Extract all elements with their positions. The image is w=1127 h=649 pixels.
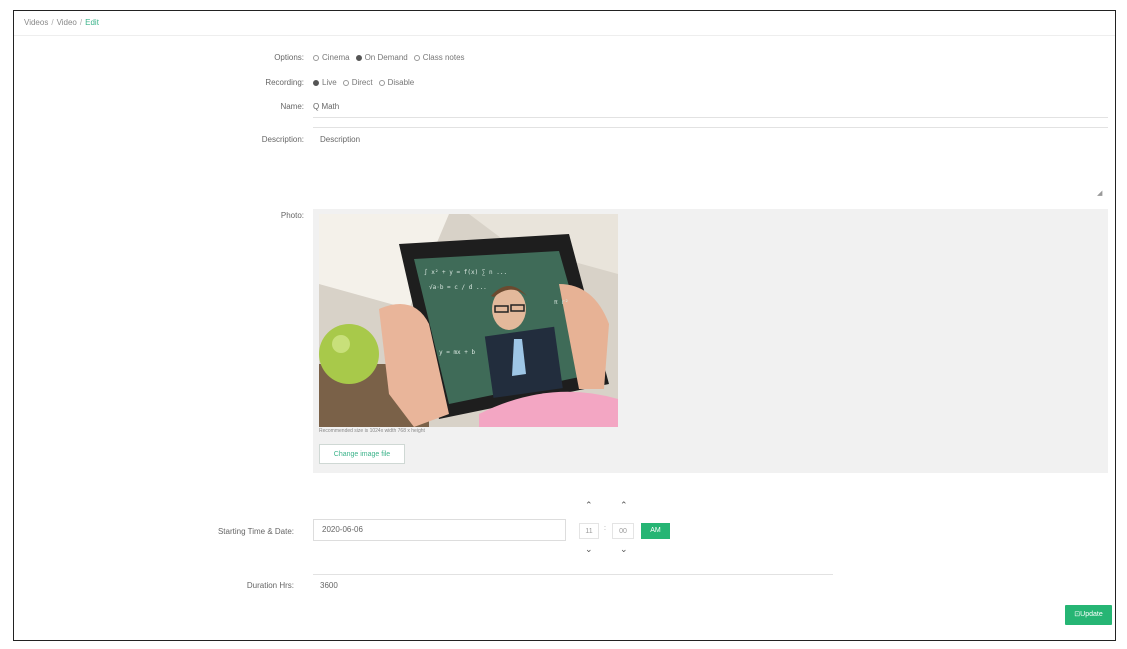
divider [14, 35, 1115, 36]
change-image-button[interactable]: Change image file [319, 444, 405, 464]
options-radio-group: Cinema On Demand Class notes [313, 53, 471, 62]
name-input-underline [313, 117, 1108, 118]
description-label: Description: [261, 135, 304, 144]
name-label: Name: [280, 102, 304, 111]
update-button[interactable]: ⊡Update [1065, 605, 1112, 625]
svg-text:∫ x² + y = f(x) ∑ n ...: ∫ x² + y = f(x) ∑ n ... [424, 268, 507, 276]
svg-text:y = mx + b: y = mx + b [439, 349, 476, 356]
duration-label: Duration Hrs: [246, 581, 294, 590]
breadcrumb-edit: Edit [85, 18, 99, 27]
page-frame: Videos / Video / Edit Options: Cinema On Dem… [13, 10, 1116, 641]
options-radio-cinema[interactable]: Cinema [313, 53, 350, 62]
photo-preview: ∫ x² + y = f(x) ∑ n ... √a·b = c / d ...… [319, 214, 618, 427]
description-textarea[interactable]: Description [320, 135, 360, 144]
radio-circle [413, 54, 420, 61]
options-radio-on-demand[interactable]: On Demand [355, 53, 408, 62]
options-radio-class-notes[interactable]: Class notes [413, 53, 465, 62]
recording-radio-live[interactable]: Live [313, 78, 337, 87]
radio-circle-selected [355, 54, 362, 61]
recording-label: Recording: [265, 78, 304, 87]
minute-decrement-icon[interactable]: ⌄ [620, 545, 628, 554]
description-top-border [313, 127, 1108, 128]
breadcrumb-video[interactable]: Video [57, 18, 77, 27]
ampm-toggle-button[interactable]: AM [641, 523, 670, 539]
duration-input[interactable]: 3600 [320, 581, 338, 590]
time-separator: : [604, 525, 606, 532]
photo-size-hint: Recommended size is 1024x width 768 x he… [319, 428, 425, 434]
hour-input[interactable]: 11 [579, 523, 599, 539]
start-date-input[interactable]: 2020-06-06 [313, 519, 566, 541]
recording-radio-direct[interactable]: Direct [342, 78, 373, 87]
minute-increment-icon[interactable]: ⌃ [620, 501, 628, 510]
radio-circle [313, 54, 319, 61]
photo-label: Photo: [280, 211, 304, 220]
recording-radio-disable[interactable]: Disable [378, 78, 414, 87]
hour-decrement-icon[interactable]: ⌄ [585, 545, 593, 554]
recording-radio-group: Live Direct Disable [313, 78, 420, 87]
hour-increment-icon[interactable]: ⌃ [585, 501, 593, 510]
photo-panel: ∫ x² + y = f(x) ∑ n ... √a·b = c / d ...… [313, 209, 1108, 473]
options-label: Options: [274, 53, 304, 62]
minute-input[interactable]: 00 [612, 523, 634, 539]
breadcrumb: Videos / Video / Edit [24, 18, 99, 27]
resize-handle-icon[interactable]: ◢ [1097, 189, 1102, 197]
start-time-label: Starting Time & Date: [217, 527, 294, 536]
radio-circle-selected [313, 79, 319, 86]
svg-text:π r²: π r² [554, 299, 568, 306]
svg-text:√a·b = c / d ...: √a·b = c / d ... [429, 284, 487, 291]
radio-circle [378, 79, 385, 86]
radio-circle [342, 79, 349, 86]
duration-top-border [313, 574, 833, 575]
tablet-photo-image: ∫ x² + y = f(x) ∑ n ... √a·b = c / d ...… [319, 214, 618, 427]
name-input[interactable]: Q Math [313, 102, 339, 111]
breadcrumb-videos[interactable]: Videos [24, 18, 48, 27]
